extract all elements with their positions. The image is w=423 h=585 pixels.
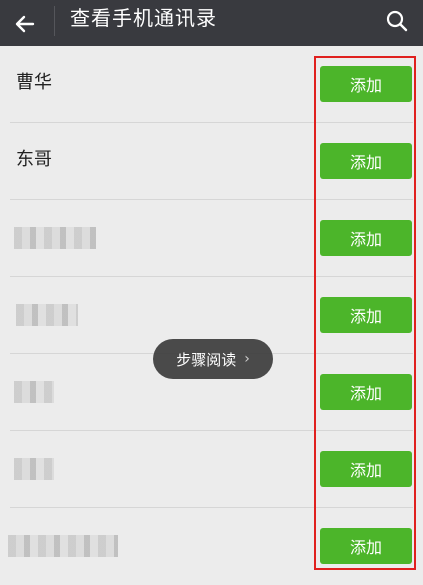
blurred-contact-name [14, 458, 54, 480]
search-icon [386, 10, 408, 32]
search-button[interactable] [381, 5, 413, 37]
page-title: 查看手机通讯录 [70, 6, 217, 30]
blurred-contact-name [8, 535, 118, 557]
header-divider [54, 6, 55, 36]
arrow-left-icon [15, 15, 35, 33]
highlight-annotation-box [314, 56, 416, 570]
step-reading-toast[interactable]: 步骤阅读 › [153, 339, 273, 379]
top-app-bar: 查看手机通讯录 [0, 0, 423, 46]
back-button[interactable] [8, 7, 42, 41]
contact-name: 曹华 [16, 72, 52, 93]
blurred-contact-name [14, 227, 96, 249]
blurred-contact-name [16, 304, 78, 326]
blurred-contact-name [14, 381, 54, 403]
chevron-right-icon: › [244, 351, 250, 367]
toast-label: 步骤阅读 [176, 350, 237, 369]
contact-name: 东哥 [16, 149, 52, 170]
